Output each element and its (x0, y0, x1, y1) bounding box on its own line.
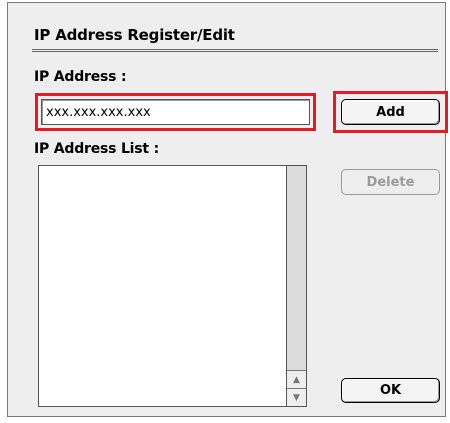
add-button[interactable]: Add (341, 99, 440, 125)
title-divider (32, 49, 438, 52)
list-scrollbar[interactable]: ▲ ▼ (286, 166, 306, 406)
dialog-title: IP Address Register/Edit (34, 26, 235, 44)
ip-address-list[interactable]: ▲ ▼ (38, 165, 307, 407)
ip-input-highlight (35, 93, 316, 131)
scroll-up-arrow-icon[interactable]: ▲ (287, 370, 306, 388)
ip-address-label: IP Address : (34, 69, 127, 85)
ip-address-input[interactable] (41, 99, 310, 125)
scroll-down-arrow-icon[interactable]: ▼ (287, 388, 306, 406)
ok-button[interactable]: OK (341, 378, 440, 403)
add-button-highlight: Add (333, 91, 448, 133)
delete-button[interactable]: Delete (341, 169, 440, 195)
ip-register-dialog: IP Address Register/Edit IP Address : Ad… (7, 2, 448, 417)
ip-list-label: IP Address List : (34, 141, 159, 157)
